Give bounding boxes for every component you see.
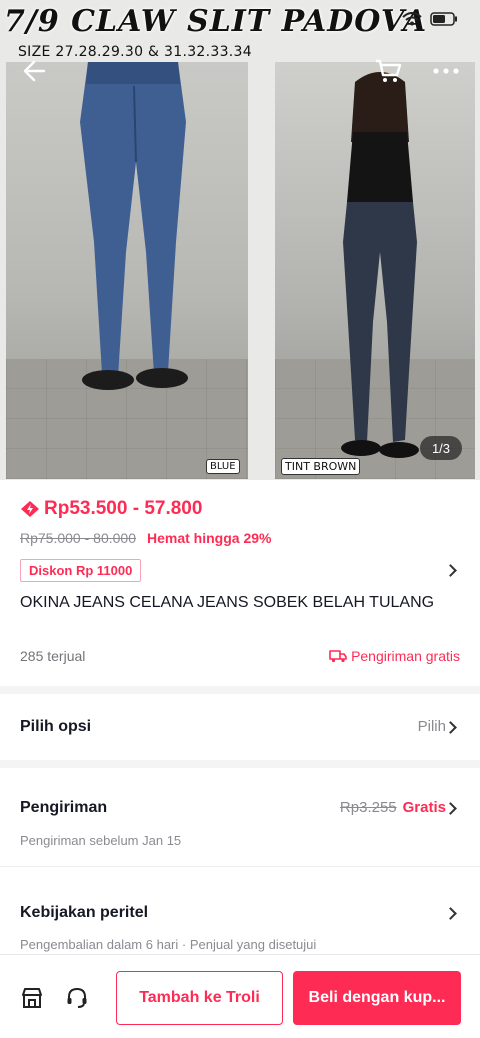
chevron-right-icon: [444, 802, 457, 815]
free-shipping-label: Pengiriman gratis: [329, 648, 460, 664]
more-icon: [433, 68, 459, 74]
more-button[interactable]: [430, 56, 462, 86]
flash-sale-icon: [21, 501, 39, 517]
battery-icon: [430, 12, 457, 26]
store-button[interactable]: [19, 985, 45, 1011]
product-photo-brown: [275, 62, 475, 479]
truck-icon: [329, 650, 347, 663]
store-icon: [22, 988, 42, 1008]
bottom-action-bar: Tambah ke Troli Beli dengan kup...: [0, 954, 480, 1038]
support-button[interactable]: [64, 985, 90, 1011]
options-action: Pilih: [417, 718, 446, 735]
discount-badge: Diskon Rp 11000: [20, 559, 142, 582]
section-divider: [0, 866, 480, 867]
options-label: Pilih opsi: [20, 718, 92, 735]
model-illustration-tint-brown: [341, 72, 419, 458]
product-photo-blue: [6, 62, 248, 479]
product-image-gallery[interactable]: 7/9 CLAW SLIT PADOVA SIZE 27.28.29.30 & …: [0, 0, 480, 480]
back-arrow-icon: [23, 60, 46, 82]
saving-label: Hemat hingga 29%: [146, 530, 272, 546]
section-divider: [0, 760, 480, 768]
original-price-row: Rp75.000 - 80.000 Hemat hingga 29%: [20, 530, 271, 546]
shipping-row[interactable]: Pengiriman Rp3.255 Gratis Pengiriman seb…: [0, 768, 480, 864]
image-overlay-sizes: SIZE 27.28.29.30 & 31.32.33.34: [18, 44, 252, 60]
chevron-right-icon: [444, 907, 457, 920]
cart-button[interactable]: [372, 56, 404, 86]
policy-note: Pengembalian dalam 6 hari · Penjual yang…: [20, 937, 317, 952]
back-button[interactable]: [18, 56, 50, 86]
product-price: Rp53.500 - 57.800: [44, 498, 203, 519]
color-tag-tint-brown: TINT BROWN: [281, 458, 361, 475]
shipping-note: Pengiriman sebelum Jan 15: [20, 833, 182, 848]
product-title: OKINA JEANS CELANA JEANS SOBEK BELAH TUL…: [20, 594, 435, 611]
headset-icon: [67, 987, 87, 1008]
add-to-cart-button[interactable]: Tambah ke Troli: [116, 971, 283, 1025]
wifi-icon: [402, 12, 422, 26]
buy-with-coupon-button[interactable]: Beli dengan kup...: [293, 971, 461, 1025]
color-tag-blue: BLUE: [206, 459, 240, 474]
chevron-right-icon: [444, 564, 457, 577]
sold-count: 285 terjual: [20, 648, 86, 664]
shipping-free-label: Gratis: [402, 799, 446, 816]
shipping-label: Pengiriman: [20, 799, 108, 816]
options-row[interactable]: Pilih opsi Pilih: [0, 694, 480, 760]
seller-policy-row[interactable]: Kebijakan peritel Pengembalian dalam 6 h…: [0, 880, 480, 954]
jeans-illustration-blue: [80, 62, 188, 390]
section-divider: [0, 686, 480, 694]
shipping-old-price: Rp3.255: [339, 799, 397, 816]
original-price: Rp75.000 - 80.000: [20, 530, 136, 546]
cart-icon: [376, 59, 402, 82]
chevron-right-icon: [444, 721, 457, 734]
image-counter: 1/3: [420, 436, 462, 460]
discount-row[interactable]: Diskon Rp 11000: [20, 559, 460, 583]
free-shipping-text: Pengiriman gratis: [351, 648, 460, 664]
price-row: Rp53.500 - 57.800: [20, 498, 202, 520]
image-overlay-title: 7/9 CLAW SLIT PADOVA: [4, 4, 428, 39]
shipping-price: Rp3.255 Gratis: [340, 799, 446, 816]
status-bar-icons: [402, 12, 458, 26]
policy-label: Kebijakan peritel: [20, 904, 149, 921]
